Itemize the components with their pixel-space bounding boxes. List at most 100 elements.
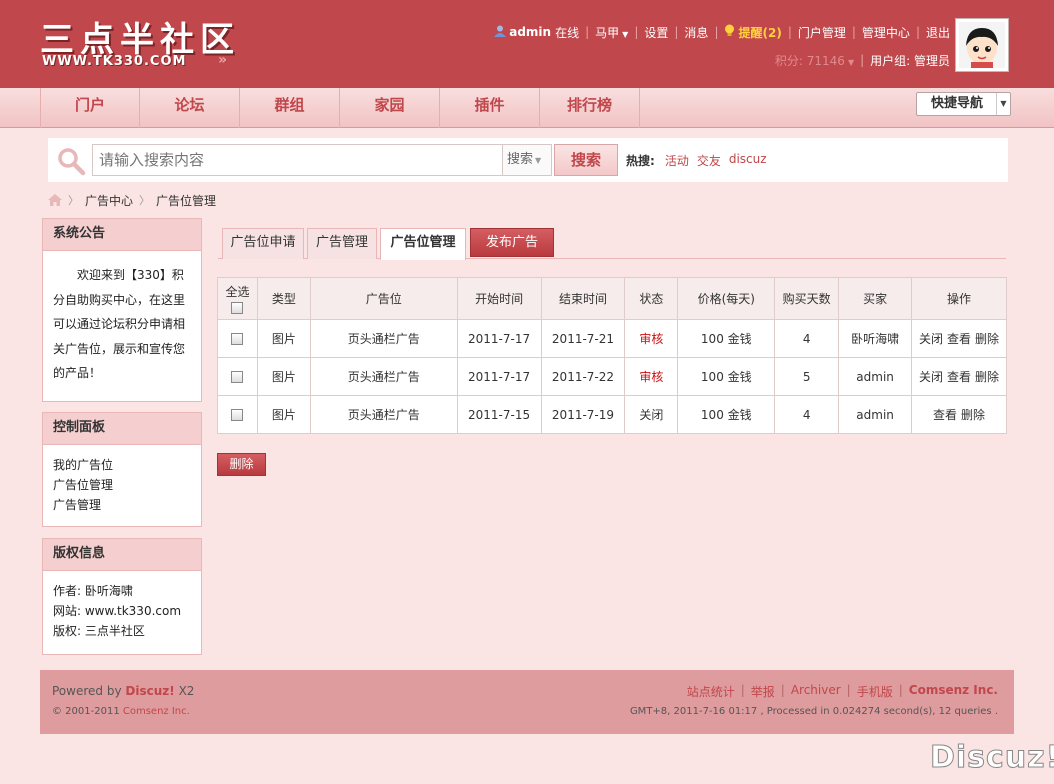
nav-item-ranklist[interactable]: 排行榜 — [540, 88, 640, 128]
delete-ad-link[interactable]: 删除 — [961, 408, 985, 422]
nav-item-home[interactable]: 家园 — [340, 88, 440, 128]
copyright-prefix: © 2001-2011 — [52, 706, 120, 717]
home-icon[interactable] — [48, 194, 62, 206]
discuz-watermark: Discuz! — [929, 740, 1054, 776]
cell-price: 100 金钱 — [677, 395, 776, 434]
cell-type: 图片 — [256, 395, 311, 434]
control-panel-title: 控制面板 — [43, 413, 201, 445]
credits-label: 积分: 71146 — [774, 53, 845, 68]
majia-label: 马甲 — [595, 25, 620, 40]
cell-days: 5 — [774, 357, 840, 396]
close-ad-link[interactable]: 关闭 — [919, 332, 943, 346]
tab-ad-manage[interactable]: 广告管理 — [307, 228, 377, 259]
control-panel-box: 控制面板 我的广告位 广告位管理 广告管理 — [42, 412, 202, 527]
tab-bar: 广告位申请 广告管理 广告位管理 发布广告 — [218, 226, 1006, 260]
tab-ad-apply[interactable]: 广告位申请 — [222, 228, 304, 259]
copyright-title: 版权信息 — [43, 539, 201, 571]
discuz-link[interactable]: Discuz! — [125, 684, 174, 698]
column-header: 买家 — [838, 277, 913, 320]
delete-ad-link[interactable]: 删除 — [975, 332, 999, 346]
quick-nav-button[interactable]: 快捷导航 ▼ — [916, 92, 1011, 116]
header: 三点半社区 WWW.TK330.COM » admin 在线 | 马甲 ▼ | 设… — [0, 0, 1054, 88]
search-type-value: 搜索 — [507, 152, 534, 167]
main-nav: 门户 论坛 群组 家园 插件 排行榜 快捷导航 ▼ — [0, 88, 1054, 128]
quick-nav-label: 快捷导航 — [931, 96, 984, 111]
column-header: 操作 — [911, 277, 1007, 320]
nav-item-plugin[interactable]: 插件 — [440, 88, 540, 128]
view-ad-link[interactable]: 查看 — [933, 408, 957, 422]
chevron-down-icon: ▼ — [622, 29, 629, 39]
logo-arrow-icon: » — [218, 52, 228, 68]
nav-item-portal[interactable]: 门户 — [40, 88, 140, 128]
portal-manage-link[interactable]: 门户管理 — [798, 24, 846, 41]
footer-copyright: © 2001-2011 Comsenz Inc. — [52, 706, 190, 717]
divider: | — [714, 25, 719, 39]
hot-search-link[interactable]: discuz — [729, 152, 767, 169]
user-info: 积分: 71146 ▼ | 用户组: 管理员 — [775, 50, 950, 70]
footer-link-archiver[interactable]: Archiver — [791, 683, 841, 700]
view-ad-link[interactable]: 查看 — [947, 370, 971, 384]
credits-menu[interactable]: 积分: 71146 ▼ — [775, 52, 854, 69]
lightbulb-icon — [724, 24, 735, 40]
breadcrumb-item[interactable]: 广告中心 — [85, 192, 133, 209]
avatar[interactable] — [955, 18, 1009, 72]
hot-searches: 热搜: 活动 交友 discuz — [626, 152, 775, 169]
tab-pos-manage[interactable]: 广告位管理 — [380, 228, 466, 260]
cell-buyer: admin — [838, 357, 913, 396]
row-checkbox[interactable] — [231, 333, 244, 345]
footer-link-stats[interactable]: 站点统计 — [687, 683, 735, 700]
logout-link[interactable]: 退出 — [926, 24, 950, 41]
divider: | — [915, 25, 920, 39]
hot-search-link[interactable]: 交友 — [697, 152, 721, 169]
panel-link-ad-manage[interactable]: 广告管理 — [53, 495, 191, 515]
divider: | — [634, 25, 639, 39]
delete-selected-button[interactable]: 删除 — [217, 453, 266, 476]
majia-menu[interactable]: 马甲 ▼ — [595, 24, 628, 41]
footer-link-mobile[interactable]: 手机版 — [857, 683, 893, 700]
cell-days: 4 — [774, 395, 840, 434]
breadcrumb-item[interactable]: 广告位管理 — [156, 192, 216, 209]
row-checkbox-cell — [217, 357, 258, 396]
divider: | — [674, 25, 679, 39]
hot-search-link[interactable]: 活动 — [665, 152, 689, 169]
settings-link[interactable]: 设置 — [644, 24, 668, 41]
cell-type: 图片 — [256, 319, 311, 358]
control-panel-links: 我的广告位 广告位管理 广告管理 — [43, 445, 201, 523]
cell-position: 页头通栏广告 — [309, 357, 458, 396]
footer-link-comsenz[interactable]: Comsenz Inc. — [909, 683, 998, 700]
nav-item-group[interactable]: 群组 — [240, 88, 340, 128]
chevron-down-icon: ▼ — [535, 156, 542, 165]
row-checkbox[interactable] — [231, 409, 244, 421]
usergroup-label: 用户组: 管理员 — [870, 53, 950, 68]
divider: | — [860, 53, 865, 67]
logo-url: WWW.TK330.COM — [42, 54, 187, 69]
cell-position: 页头通栏广告 — [309, 319, 458, 358]
nav-item-forum[interactable]: 论坛 — [140, 88, 240, 128]
site-logo[interactable]: 三点半社区 WWW.TK330.COM » — [40, 12, 242, 70]
admin-center-link[interactable]: 管理中心 — [862, 24, 910, 41]
cell-price: 100 金钱 — [677, 319, 776, 358]
messages-link[interactable]: 消息 — [684, 24, 708, 41]
alerts-link[interactable]: 提醒(2) — [738, 24, 781, 41]
search-button[interactable]: 搜索 — [554, 144, 618, 176]
panel-link-pos-manage[interactable]: 广告位管理 — [53, 475, 191, 495]
publish-ad-button[interactable]: 发布广告 — [470, 228, 554, 257]
panel-link-my-ads[interactable]: 我的广告位 — [53, 455, 191, 475]
username-link[interactable]: admin — [509, 25, 551, 39]
comsenz-link[interactable]: Comsenz Inc. — [123, 706, 190, 717]
view-ad-link[interactable]: 查看 — [947, 332, 971, 346]
delete-ad-link[interactable]: 删除 — [975, 370, 999, 384]
nav-list: 门户 论坛 群组 家园 插件 排行榜 — [40, 88, 640, 128]
row-checkbox-cell — [217, 319, 258, 358]
cell-end: 2011-7-19 — [540, 395, 626, 434]
online-status[interactable]: 在线 — [555, 24, 579, 41]
close-ad-link[interactable]: 关闭 — [919, 370, 943, 384]
column-header: 广告位 — [309, 277, 458, 320]
footer-link-report[interactable]: 举报 — [751, 683, 775, 700]
search-input[interactable] — [92, 144, 502, 176]
row-checkbox[interactable] — [231, 371, 244, 383]
search-type-select[interactable]: 搜索 ▼ — [502, 144, 552, 176]
select-all-checkbox[interactable] — [231, 301, 244, 314]
cell-start: 2011-7-17 — [456, 357, 542, 396]
copyright-box: 版权信息 作者: 卧听海啸 网站: www.tk330.com 版权: 三点半社… — [42, 538, 202, 655]
